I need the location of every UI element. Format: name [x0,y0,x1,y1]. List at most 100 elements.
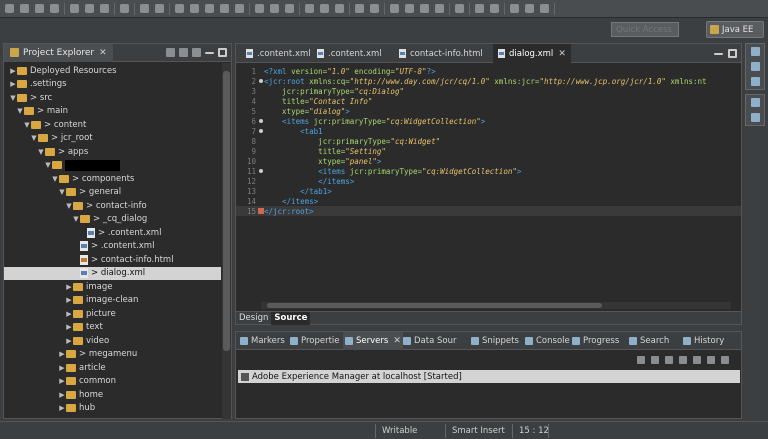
collapsed-arrow-icon[interactable]: ▶ [58,404,66,412]
collapsed-arrow-icon[interactable]: ▶ [65,310,73,318]
tree-item[interactable]: ▶ hub [4,402,221,415]
tab-source[interactable]: Source [271,312,311,325]
tree-scrollbar-thumb[interactable] [223,71,230,351]
maximize-icon[interactable] [728,49,737,58]
toolbar-button-icon[interactable] [70,4,79,13]
toolbar-button-icon[interactable] [255,4,264,13]
toolbar-button-icon[interactable] [85,4,94,13]
tab-servers[interactable]: Servers ✕ [343,332,403,350]
tab-snippets[interactable]: Snippets [469,332,521,350]
task-list-icon[interactable] [750,77,760,86]
start-server-icon[interactable] [651,355,659,364]
toolbar-button-icon[interactable] [455,4,464,13]
restore-icon[interactable] [750,47,760,56]
toolbar-button-icon[interactable] [305,4,314,13]
fold-icon[interactable] [259,119,263,123]
collapsed-arrow-icon[interactable]: ▶ [9,80,17,88]
toolbar-button-icon[interactable] [390,4,399,13]
debug-server-icon[interactable] [637,355,645,364]
tree-item[interactable]: ▶ image-clean [4,294,221,307]
toolbar-button-icon[interactable] [220,4,229,13]
close-icon[interactable]: ✕ [99,48,107,58]
expanded-arrow-icon[interactable]: ▼ [58,188,66,196]
tab-propertie[interactable]: Propertie [288,332,342,350]
toolbar-button-icon[interactable] [335,4,344,13]
toolbar-button-icon[interactable] [370,4,379,13]
profile-server-icon[interactable] [665,355,673,364]
tab-project-explorer[interactable]: Project Explorer ✕ [4,43,113,62]
toolbar-button-icon[interactable] [20,4,29,13]
expanded-arrow-icon[interactable]: ▼ [37,148,45,156]
toolbar-button-icon[interactable] [140,4,149,13]
toolbar-button-icon[interactable] [270,4,279,13]
tree-item[interactable]: ▶ picture [4,307,221,320]
toolbar-button-icon[interactable] [475,4,484,13]
collapsed-arrow-icon[interactable]: ▶ [58,377,66,385]
server-list-item[interactable]: Adobe Experience Manager at localhost [S… [238,370,740,383]
stop-server-icon[interactable] [679,355,687,364]
toolbar-button-icon[interactable] [540,4,549,13]
toolbar-button-icon[interactable] [405,4,414,13]
expanded-arrow-icon[interactable]: ▼ [72,215,80,223]
tab-content-xml[interactable]: .content.xml [312,44,387,63]
collapsed-arrow-icon[interactable]: ▶ [65,337,73,345]
tab-design[interactable]: Design [236,312,271,325]
fold-icon[interactable] [259,169,263,173]
collapsed-arrow-icon[interactable]: ▶ [9,67,17,75]
publish-icon[interactable] [693,355,701,364]
toolbar-button-icon[interactable] [175,4,184,13]
tree-item[interactable]: ▼ > apps [4,145,221,158]
expanded-arrow-icon[interactable]: ▼ [30,134,38,142]
tree-item[interactable]: ▶ video [4,334,221,347]
tab-dialog-xml[interactable]: dialog.xml ✕ [493,44,571,63]
toolbar-button-icon[interactable] [235,4,244,13]
link-editor-icon[interactable] [179,48,188,57]
minimize-icon[interactable] [714,53,723,55]
expanded-arrow-icon[interactable]: ▼ [51,175,59,183]
minimize-icon[interactable] [721,355,729,364]
tab-console[interactable]: Console [523,332,572,350]
maximize-icon[interactable] [218,48,227,57]
code-editor[interactable]: 1 <?xml version="1.0" encoding="UTF-8"?> 2… [236,64,741,302]
tree-item[interactable]: ▼ > content [4,118,221,131]
tab-contact-info-html[interactable]: contact-info.html [394,44,488,63]
fold-icon[interactable] [259,79,263,83]
toolbar-button-icon[interactable] [155,4,164,13]
collapsed-arrow-icon[interactable]: ▶ [65,323,73,331]
toolbar-button-icon[interactable] [35,4,44,13]
view-menu-icon[interactable] [192,48,201,57]
close-icon[interactable]: ✕ [558,49,566,59]
tab-markers[interactable]: Markers [238,332,287,350]
toolbar-button-icon[interactable] [525,4,534,13]
tab-progress[interactable]: Progress [570,332,621,350]
toolbar-button-icon[interactable] [320,4,329,13]
tree-item[interactable]: > .content.xml [4,240,221,253]
toolbar-button-icon[interactable] [50,4,59,13]
tree-item[interactable]: > .content.xml [4,226,221,239]
tab-content-xml[interactable]: .content.xml [241,44,316,63]
toolbar-button-icon[interactable] [285,4,294,13]
tree-item[interactable]: ▶ article [4,361,221,374]
tree-item[interactable]: ▶ > megamenu [4,348,221,361]
perspective-java-ee-button[interactable]: Java EE [706,21,764,38]
tree-item[interactable]: ▼ > _cq_dialog [4,213,221,226]
toolbar-button-icon[interactable] [190,4,199,13]
tree-item[interactable]: ▼ > components [4,172,221,185]
expanded-arrow-icon[interactable]: ▼ [9,94,17,102]
toolbar-button-icon[interactable] [420,4,429,13]
expanded-arrow-icon[interactable]: ▼ [65,202,73,210]
collapsed-arrow-icon[interactable]: ▶ [58,350,66,358]
tree-item[interactable]: ▶ common [4,375,221,388]
tree-item[interactable]: ▼ > src [4,91,221,104]
tree-item[interactable]: ▼ > general [4,186,221,199]
editor-scrollbar-thumb[interactable] [267,303,602,308]
restore-icon[interactable] [750,98,760,107]
tree-item[interactable]: ▶ text [4,321,221,334]
tree-scrollbar[interactable] [222,63,231,419]
collapsed-arrow-icon[interactable]: ▶ [65,296,73,304]
tab-history[interactable]: History [681,332,726,350]
collapsed-arrow-icon[interactable]: ▶ [58,391,66,399]
tree-item[interactable]: ▶ Deployed Resources [4,64,221,77]
quick-access-input[interactable] [611,22,679,37]
tab-search[interactable]: Search [627,332,671,350]
